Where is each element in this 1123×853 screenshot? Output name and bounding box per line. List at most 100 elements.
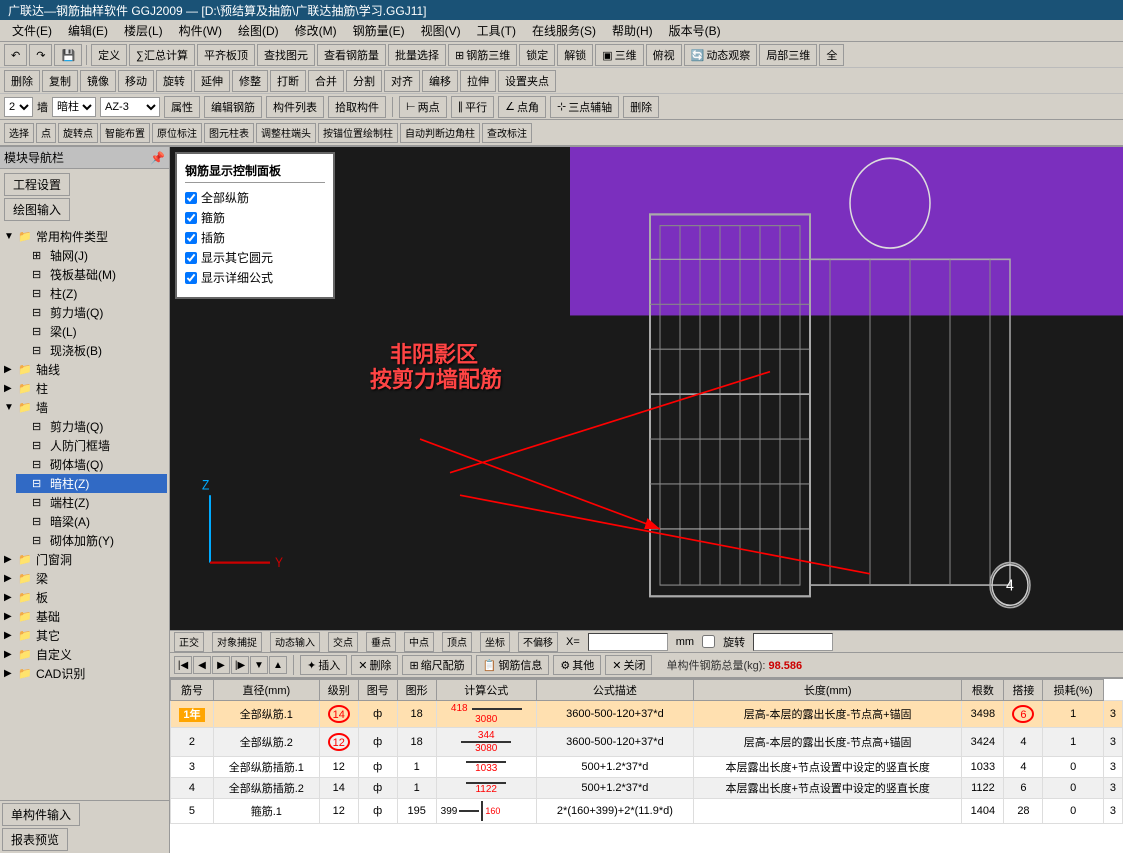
tree-item-other[interactable]: ▶ 📁 其它 xyxy=(2,626,167,645)
cp-item-5[interactable]: 显示详细公式 xyxy=(185,269,325,286)
btn-vertex[interactable]: 顶点 xyxy=(442,632,472,652)
btn-top-view[interactable]: 俯视 xyxy=(646,44,682,66)
btn-set-grip[interactable]: 设置夹点 xyxy=(498,70,556,92)
tree-item-beam[interactable]: ⊟ 梁(L) xyxy=(16,322,167,341)
tree-item-cad[interactable]: ▶ 📁 CAD识别 xyxy=(2,664,167,683)
cp-item-1[interactable]: 全部纵筋 xyxy=(185,189,325,206)
type-select[interactable]: 暗柱 xyxy=(52,97,96,117)
btn-in-place-note[interactable]: 原位标注 xyxy=(152,123,202,143)
tree-item-wall-root[interactable]: ▼ 📁 墙 xyxy=(2,398,167,417)
btn-3d[interactable]: ▣ 三维 xyxy=(595,44,643,66)
nav-up[interactable]: ▲ xyxy=(269,656,287,674)
btn-define[interactable]: 定义 xyxy=(91,44,127,66)
btn-two-points[interactable]: ⊢ 两点 xyxy=(399,96,447,118)
btn-insert-rebar[interactable]: ✦ 插入 xyxy=(300,655,347,675)
btn-edit-rebar[interactable]: 编辑钢筋 xyxy=(204,96,262,118)
btn-draw-input[interactable]: 绘图输入 xyxy=(4,198,70,221)
btn-snap-obj[interactable]: 对象捕捉 xyxy=(212,632,262,652)
menu-online[interactable]: 在线服务(S) xyxy=(524,20,604,41)
cad-viewport[interactable]: Z Y 4 非阴影区 xyxy=(170,147,1123,630)
btn-project-settings[interactable]: 工程设置 xyxy=(4,173,70,196)
btn-save[interactable]: 💾 xyxy=(54,44,82,66)
btn-element-list[interactable]: 构件列表 xyxy=(266,96,324,118)
btn-other[interactable]: ⚙ 其他 xyxy=(553,655,601,675)
tree-item-slab[interactable]: ⊟ 现浇板(B) xyxy=(16,341,167,360)
tree-item-common[interactable]: ▼ 📁 常用构件类型 xyxy=(2,227,167,246)
tree-item-ban[interactable]: ▶ 📁 板 xyxy=(2,588,167,607)
menu-rebar[interactable]: 钢筋量(E) xyxy=(345,20,413,41)
tree-item-axis[interactable]: ⊞ 轴网(J) xyxy=(16,246,167,265)
sidebar-pin[interactable]: 📌 xyxy=(150,151,165,165)
menu-floor[interactable]: 楼层(L) xyxy=(116,20,171,41)
btn-copy[interactable]: 复制 xyxy=(42,70,78,92)
menu-version[interactable]: 版本号(B) xyxy=(661,20,729,41)
btn-smart-layout[interactable]: 智能布置 xyxy=(100,123,150,143)
btn-dynamic-input[interactable]: 动态输入 xyxy=(270,632,320,652)
btn-batch-select[interactable]: 批量选择 xyxy=(388,44,446,66)
btn-align[interactable]: 对齐 xyxy=(384,70,420,92)
btn-rotate-point[interactable]: 旋转点 xyxy=(58,123,98,143)
btn-delete[interactable]: 删除 xyxy=(4,70,40,92)
menu-file[interactable]: 文件(E) xyxy=(4,20,60,41)
tree-item-end-col[interactable]: ⊟ 端柱(Z) xyxy=(16,493,167,512)
menu-view[interactable]: 视图(V) xyxy=(413,20,469,41)
btn-no-offset[interactable]: 不偏移 xyxy=(518,632,558,652)
tree-item-column[interactable]: ⊟ 柱(Z) xyxy=(16,284,167,303)
cp-item-2[interactable]: 箍筋 xyxy=(185,209,325,226)
btn-mirror[interactable]: 镜像 xyxy=(80,70,116,92)
tree-item-dark-col[interactable]: ⊟ 暗柱(Z) xyxy=(16,474,167,493)
tree-item-shear-wall[interactable]: ⊟ 剪力墙(Q) xyxy=(16,303,167,322)
btn-find[interactable]: 查找图元 xyxy=(257,44,315,66)
tree-item-blast-wall[interactable]: ⊟ 人防门框墙 xyxy=(16,436,167,455)
cp-check-3[interactable] xyxy=(185,232,197,244)
cp-item-3[interactable]: 插筋 xyxy=(185,229,325,246)
floor-select[interactable]: 2 xyxy=(4,97,33,117)
rotate-checkbox[interactable] xyxy=(702,635,715,648)
btn-select[interactable]: 选择 xyxy=(4,123,34,143)
btn-orthogonal[interactable]: 正交 xyxy=(174,632,204,652)
btn-trim[interactable]: 修整 xyxy=(232,70,268,92)
btn-rotate[interactable]: 旋转 xyxy=(156,70,192,92)
btn-unlock[interactable]: 解锁 xyxy=(557,44,593,66)
btn-perp[interactable]: 垂点 xyxy=(366,632,396,652)
btn-stretch[interactable]: 拉伸 xyxy=(460,70,496,92)
btn-coord[interactable]: 坐标 xyxy=(480,632,510,652)
btn-midpoint[interactable]: 中点 xyxy=(404,632,434,652)
menu-tools[interactable]: 工具(T) xyxy=(469,20,524,41)
tree-item-axis-root[interactable]: ▶ 📁 轴线 xyxy=(2,360,167,379)
tree-item-shear-wall-child[interactable]: ⊟ 剪力墙(Q) xyxy=(16,417,167,436)
element-select[interactable]: AZ-3 xyxy=(100,97,160,117)
tree-item-col-root[interactable]: ▶ 📁 柱 xyxy=(2,379,167,398)
btn-element-table[interactable]: 图元柱表 xyxy=(204,123,254,143)
btn-full[interactable]: 全 xyxy=(819,44,844,66)
btn-rebar-info[interactable]: 📋 钢筋信息 xyxy=(476,655,550,675)
nav-next[interactable]: ▶ xyxy=(212,656,230,674)
btn-lock[interactable]: 锁定 xyxy=(519,44,555,66)
btn-undo[interactable]: ↶ xyxy=(4,44,27,66)
btn-report-preview[interactable]: 报表预览 xyxy=(2,828,68,851)
nav-prev[interactable]: ◀ xyxy=(193,656,211,674)
tree-item-masonry-rebar[interactable]: ⊟ 砌体加筋(Y) xyxy=(16,531,167,550)
tree-item-masonry-wall[interactable]: ⊟ 砌体墙(Q) xyxy=(16,455,167,474)
btn-delete-rebar[interactable]: ✕ 删除 xyxy=(351,655,398,675)
btn-move[interactable]: 移动 xyxy=(118,70,154,92)
cp-check-2[interactable] xyxy=(185,212,197,224)
menu-help[interactable]: 帮助(H) xyxy=(604,20,661,41)
tree-item-jichi[interactable]: ▶ 📁 基础 xyxy=(2,607,167,626)
rebar-table-container[interactable]: 筋号 直径(mm) 级别 图号 图形 计算公式 公式描述 长度(mm) 根数 搭… xyxy=(170,678,1123,853)
btn-intersection[interactable]: 交点 xyxy=(328,632,358,652)
btn-split[interactable]: 分割 xyxy=(346,70,382,92)
x-coord-input[interactable] xyxy=(588,633,668,651)
btn-calc[interactable]: ∑汇总计算 xyxy=(129,44,195,66)
nav-first[interactable]: |◀ xyxy=(174,656,192,674)
menu-element[interactable]: 构件(W) xyxy=(171,20,230,41)
btn-view-rebar[interactable]: 查看钢筋量 xyxy=(317,44,386,66)
tree-item-door[interactable]: ▶ 📁 门窗洞 xyxy=(2,550,167,569)
btn-scale-rebar[interactable]: ⊞ 缩尺配筋 xyxy=(402,655,471,675)
menu-edit[interactable]: 编辑(E) xyxy=(60,20,116,41)
rotate-input[interactable]: 0.000 xyxy=(753,633,833,651)
tree-item-hidden-beam[interactable]: ⊟ 暗梁(A) xyxy=(16,512,167,531)
tree-item-foundation[interactable]: ⊟ 筏板基础(M) xyxy=(16,265,167,284)
btn-offset[interactable]: 编移 xyxy=(422,70,458,92)
btn-three-point[interactable]: ⊹ 三点辅轴 xyxy=(550,96,619,118)
